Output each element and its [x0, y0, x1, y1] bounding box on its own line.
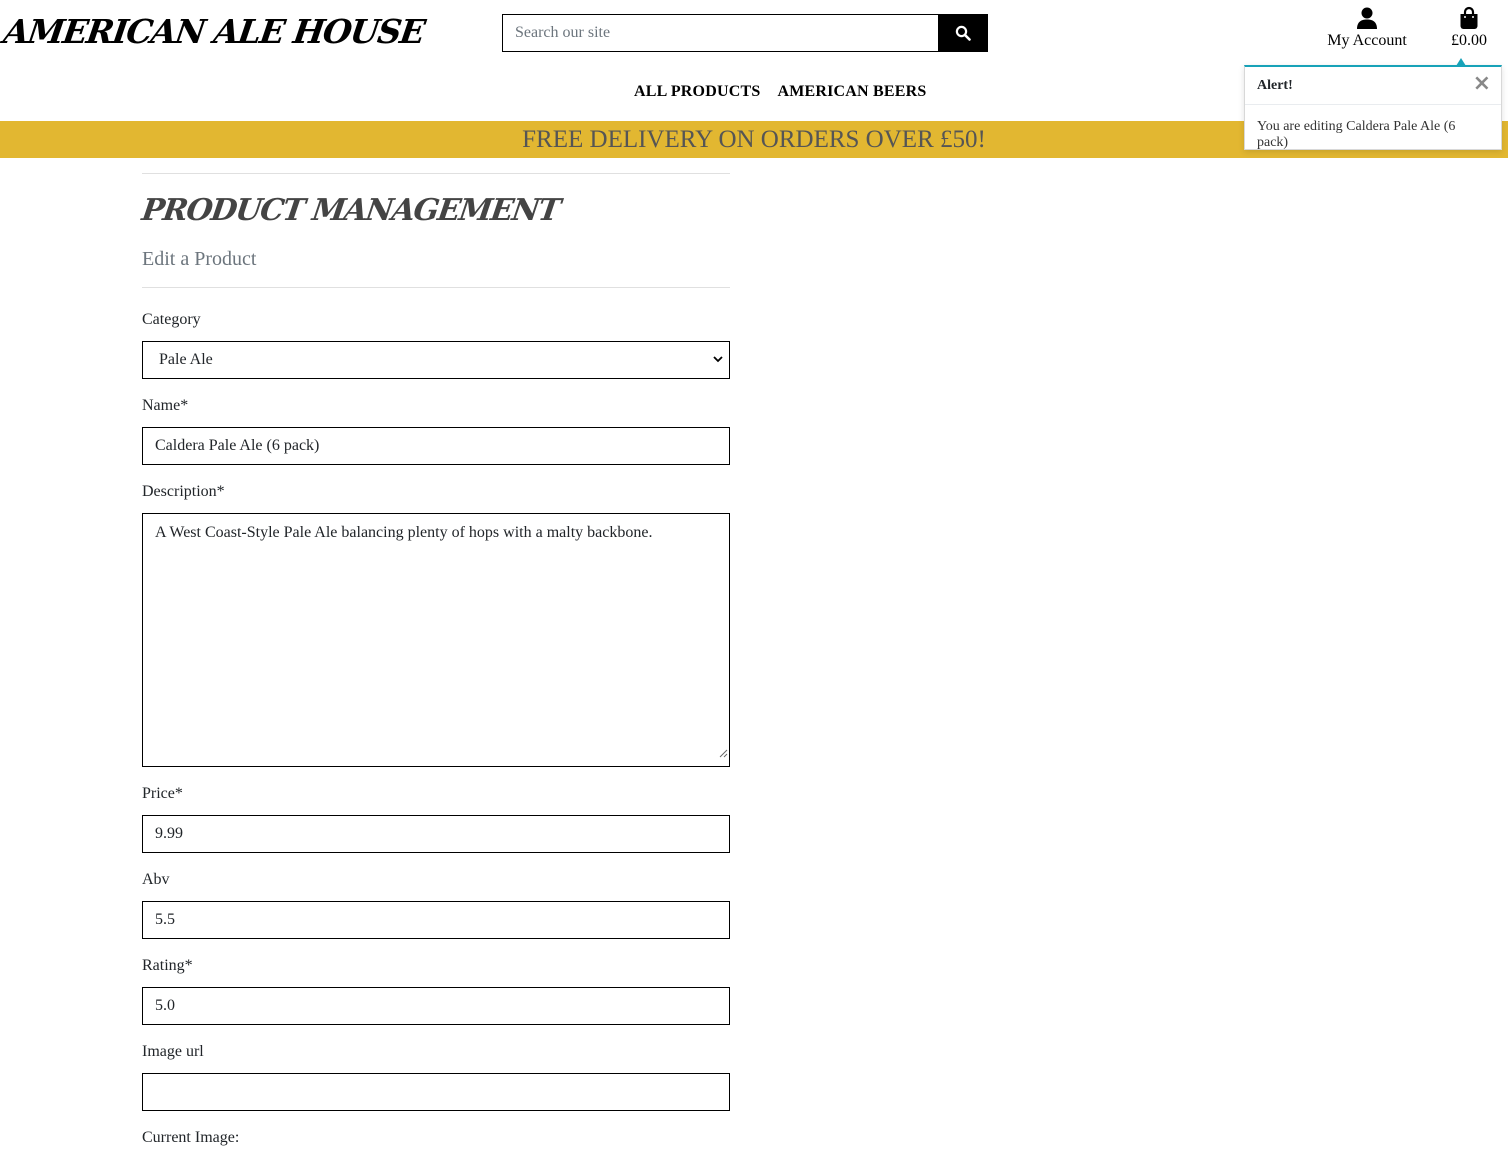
rating-label: Rating*: [142, 957, 193, 974]
abv-value: 5.5: [155, 911, 175, 928]
page-title: PRODUCT MANAGEMENT: [139, 193, 562, 228]
description-label: Description*: [142, 483, 225, 500]
abv-input[interactable]: 5.5: [142, 901, 730, 939]
shopping-bag-link[interactable]: £0.00: [1442, 6, 1496, 50]
toast-title: Alert!: [1257, 78, 1293, 93]
my-account-link[interactable]: My Account: [1322, 6, 1412, 50]
close-icon[interactable]: ×: [1473, 73, 1491, 95]
page-subtitle: Edit a Product: [142, 248, 257, 270]
search-form: [502, 14, 988, 52]
main-nav: ALL PRODUCTS AMERICAN BEERS: [634, 83, 926, 101]
name-value: Caldera Pale Ale (6 pack): [155, 437, 320, 454]
bag-total: £0.00: [1451, 32, 1487, 49]
chevron-down-icon: [713, 342, 723, 392]
name-label: Name*: [142, 397, 189, 414]
category-value: Pale Ale: [159, 351, 213, 368]
toast-header: Alert! ×: [1245, 67, 1501, 105]
resize-handle-icon[interactable]: [719, 743, 728, 765]
rating-field: Rating* 5.0: [142, 957, 730, 1025]
price-label: Price*: [142, 785, 183, 802]
price-input[interactable]: 9.99: [142, 815, 730, 853]
toast-arrow: [1456, 58, 1466, 66]
divider: [142, 287, 730, 288]
rating-value: 5.0: [155, 997, 175, 1014]
name-field: Name* Caldera Pale Ale (6 pack): [142, 397, 730, 465]
category-select[interactable]: Pale Ale: [142, 341, 730, 379]
product-management-section: PRODUCT MANAGEMENT Edit a Product Catego…: [139, 173, 730, 1146]
my-account-label: My Account: [1327, 32, 1407, 49]
description-textarea[interactable]: A West Coast-Style Pale Ale balancing pl…: [142, 513, 730, 767]
search-input[interactable]: [502, 14, 938, 52]
toast-message: You are editing Caldera Pale Ale (6 pack…: [1257, 119, 1456, 150]
site-logo[interactable]: AMERICAN ALE HOUSE: [1, 12, 426, 51]
shopping-bag-icon: [1442, 6, 1496, 32]
abv-label: Abv: [142, 871, 170, 888]
description-value: A West Coast-Style Pale Ale balancing pl…: [155, 524, 653, 541]
nav-american-beers[interactable]: AMERICAN BEERS: [777, 83, 926, 101]
current-image-label: Current Image:: [142, 1129, 240, 1146]
divider: [142, 173, 730, 174]
description-field: Description* A West Coast-Style Pale Ale…: [142, 483, 730, 767]
search-button[interactable]: [938, 14, 988, 52]
name-input[interactable]: Caldera Pale Ale (6 pack): [142, 427, 730, 465]
current-image-field: Current Image:: [142, 1129, 730, 1151]
image-url-field: Image url: [142, 1043, 730, 1111]
search-icon: [955, 25, 971, 41]
image-url-label: Image url: [142, 1043, 204, 1060]
nav-all-products[interactable]: ALL PRODUCTS: [634, 83, 760, 101]
price-field: Price* 9.99: [142, 785, 730, 853]
image-url-input[interactable]: [142, 1073, 730, 1111]
abv-field: Abv 5.5: [142, 871, 730, 939]
price-value: 9.99: [155, 825, 183, 842]
category-label: Category: [142, 311, 201, 328]
rating-input[interactable]: 5.0: [142, 987, 730, 1025]
user-icon: [1322, 6, 1412, 32]
alert-toast: Alert! × You are editing Caldera Pale Al…: [1244, 58, 1502, 150]
category-field: Category Pale Ale: [142, 311, 730, 379]
